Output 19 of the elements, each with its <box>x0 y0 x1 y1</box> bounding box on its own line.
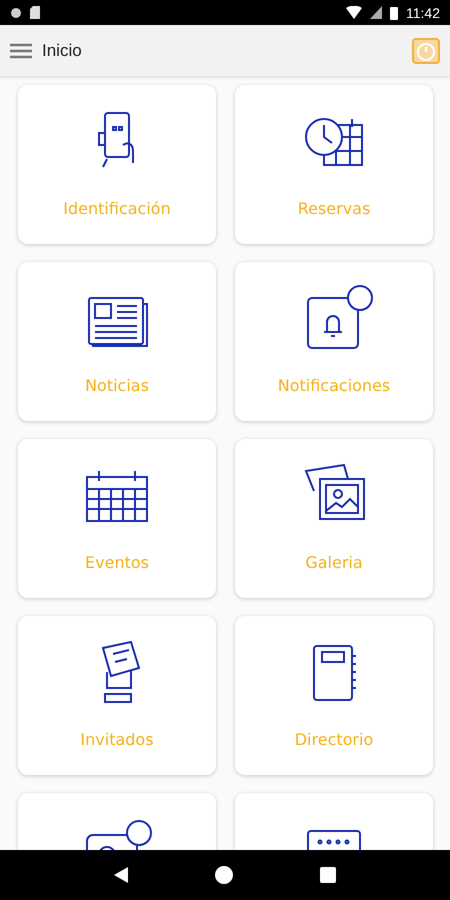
menu-tile[interactable]: Eventos <box>18 439 216 598</box>
signal-icon <box>370 6 382 19</box>
menu-tile[interactable]: Invitados <box>18 616 216 775</box>
menu-tile[interactable]: Galeria <box>235 439 433 598</box>
menu-tile[interactable]: Identificación <box>18 85 216 244</box>
status-dot-icon <box>10 6 22 18</box>
app-bar-title: Inicio <box>42 40 82 60</box>
home-button[interactable] <box>214 866 233 884</box>
menu-button[interactable] <box>10 42 32 58</box>
menu-tile[interactable]: Notificaciones <box>235 262 433 421</box>
recents-button[interactable] <box>320 867 336 883</box>
menu-tile[interactable]: Reservas <box>235 85 433 244</box>
battery-icon <box>390 6 398 20</box>
back-button[interactable] <box>114 867 128 883</box>
menu-tile[interactable]: Directorio <box>235 616 433 775</box>
wifi-icon <box>346 6 362 19</box>
status-time: 11:42 <box>406 4 440 20</box>
menu-tile[interactable]: Noticias <box>18 262 216 421</box>
sd-card-icon <box>30 6 40 19</box>
